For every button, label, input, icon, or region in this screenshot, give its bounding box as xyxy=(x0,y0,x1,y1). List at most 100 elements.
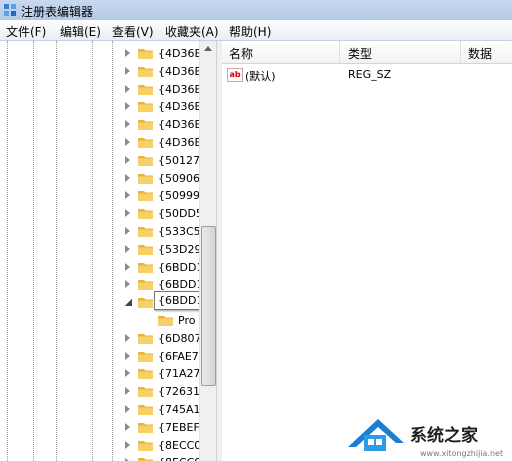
folder-icon xyxy=(138,261,154,274)
column-separator[interactable] xyxy=(460,41,461,63)
scrollbar-thumb[interactable] xyxy=(201,226,216,386)
expand-arrow-icon[interactable] xyxy=(125,405,130,413)
tree-item[interactable]: {4D36E9 xyxy=(0,45,215,63)
tree-item[interactable]: {6D8070 xyxy=(0,330,215,348)
menu-favorites[interactable]: 收藏夹(A) xyxy=(165,23,219,40)
expand-arrow-icon[interactable] xyxy=(125,102,130,111)
tree-item[interactable]: {4D36E9 xyxy=(0,116,215,134)
column-type[interactable]: 类型 xyxy=(348,45,372,62)
folder-icon xyxy=(138,154,154,167)
expand-arrow-icon[interactable] xyxy=(125,138,130,146)
expand-arrow-icon[interactable] xyxy=(125,191,130,200)
expand-arrow-icon[interactable] xyxy=(125,369,130,378)
value-row[interactable]: ab (默认) REG_SZ xyxy=(222,66,512,84)
folder-icon xyxy=(138,136,154,149)
tree-item[interactable]: {8ECC0 xyxy=(0,454,215,461)
regedit-icon xyxy=(4,4,16,16)
ab-string-icon: ab xyxy=(227,68,243,82)
folder-icon xyxy=(138,385,154,398)
tree-item[interactable]: {4D36E9 xyxy=(0,81,215,99)
window-title: 注册表编辑器 xyxy=(21,5,94,19)
expand-arrow-icon[interactable] xyxy=(125,387,130,396)
folder-icon xyxy=(138,172,154,185)
expand-arrow-icon[interactable] xyxy=(125,49,130,57)
expand-arrow-icon[interactable] xyxy=(125,120,130,129)
tree-item[interactable]: {50906C xyxy=(0,170,215,188)
tree-item[interactable]: {745A17 xyxy=(0,401,215,419)
expand-arrow-icon[interactable] xyxy=(125,227,130,235)
column-separator[interactable] xyxy=(339,41,340,63)
expand-arrow-icon[interactable] xyxy=(125,280,130,289)
column-data[interactable]: 数据 xyxy=(468,45,492,62)
folder-icon xyxy=(138,332,154,345)
menu-file[interactable]: 文件(F) xyxy=(6,23,46,40)
value-name: (默认) xyxy=(245,70,276,83)
value-type: REG_SZ xyxy=(348,68,392,81)
folder-icon xyxy=(138,65,154,78)
collapse-arrow-icon[interactable] xyxy=(125,299,132,307)
registry-tree: {4D36E9 {4D36E9 {4D36E9 {4D36E9 {4D36E9 {4D36… xyxy=(0,41,215,461)
tree-item-label: {6FAE7 xyxy=(158,349,199,363)
tree-item[interactable]: {72631E xyxy=(0,383,215,401)
column-name[interactable]: 名称 xyxy=(229,45,253,62)
values-header: 名称 类型 数据 xyxy=(222,41,512,64)
tree-item[interactable]: {4D36E9 xyxy=(0,134,215,152)
expand-arrow-icon[interactable] xyxy=(125,173,130,182)
expand-arrow-icon[interactable] xyxy=(125,351,130,360)
folder-icon xyxy=(158,314,174,327)
folder-icon xyxy=(138,439,154,452)
tree-item[interactable]: {7EBEFE xyxy=(0,419,215,437)
tree-item-label: Pro xyxy=(178,314,196,327)
menu-help[interactable]: 帮助(H) xyxy=(229,23,271,40)
folder-icon xyxy=(138,367,154,380)
tree-item[interactable]: {8ECC0 xyxy=(0,437,215,455)
folder-icon xyxy=(138,456,154,461)
tree-item-label: {8ECC0 xyxy=(158,438,202,452)
tree-item[interactable]: {533C5I xyxy=(0,223,215,241)
watermark-text: 系统之家 xyxy=(410,426,478,446)
tree-item[interactable]: {6FAE7 xyxy=(0,348,215,366)
folder-icon xyxy=(138,350,154,363)
expand-arrow-icon[interactable] xyxy=(125,262,130,271)
folder-icon xyxy=(138,243,154,256)
expand-arrow-icon[interactable] xyxy=(125,244,130,253)
tree-item[interactable]: {50DD5 xyxy=(0,205,215,223)
menu-bar: 文件(F) 编辑(E) 查看(V) 收藏夹(A) 帮助(H) xyxy=(0,20,512,41)
expand-arrow-icon[interactable] xyxy=(125,209,130,218)
expand-arrow-icon[interactable] xyxy=(125,333,130,342)
watermark-logo: 系统之家 www.xitongzhijia.net xyxy=(342,405,512,461)
menu-view[interactable]: 查看(V) xyxy=(112,23,154,40)
folder-icon xyxy=(138,421,154,434)
tree-item-label: {6BDD1 xyxy=(158,278,204,292)
tree-item[interactable]: {53D29I xyxy=(0,241,215,259)
expand-arrow-icon[interactable] xyxy=(125,440,130,449)
expand-arrow-icon[interactable] xyxy=(125,155,130,164)
tree-item[interactable]: {4D36E9 xyxy=(0,98,215,116)
tree-item-label: {533C5I xyxy=(158,225,204,238)
tree-vertical-scrollbar[interactable] xyxy=(199,41,217,461)
menu-edit[interactable]: 编辑(E) xyxy=(60,23,101,40)
folder-icon xyxy=(138,83,154,96)
tree-item[interactable]: {4D36E9 xyxy=(0,63,215,81)
expand-arrow-icon[interactable] xyxy=(125,66,130,75)
title-bar: 注册表编辑器 xyxy=(0,0,512,20)
tree-item[interactable]: {50127D xyxy=(0,152,215,170)
folder-icon xyxy=(138,100,154,113)
folder-icon xyxy=(138,296,154,309)
tree-item[interactable]: {6BDD1 xyxy=(0,259,215,277)
tree-item-label: {6BDD1 xyxy=(158,260,204,274)
tree-item[interactable]: Pro xyxy=(0,312,215,330)
folder-icon xyxy=(138,207,154,220)
tree-item[interactable]: {71A270 xyxy=(0,365,215,383)
tree-item[interactable]: {509994 xyxy=(0,187,215,205)
folder-icon xyxy=(138,225,154,238)
folder-icon xyxy=(138,403,154,416)
tree-item-label: {8ECC0 xyxy=(158,456,201,461)
tree-item-label: {53D29I xyxy=(158,242,205,256)
expand-arrow-icon[interactable] xyxy=(125,84,130,93)
folder-icon xyxy=(138,278,154,291)
expand-arrow-icon[interactable] xyxy=(125,422,130,431)
values-pane: 名称 类型 数据 ab (默认) REG_SZ xyxy=(222,41,512,461)
tree-item-label: {50DD5 xyxy=(158,207,203,221)
scroll-up-arrow-icon[interactable] xyxy=(204,46,212,51)
